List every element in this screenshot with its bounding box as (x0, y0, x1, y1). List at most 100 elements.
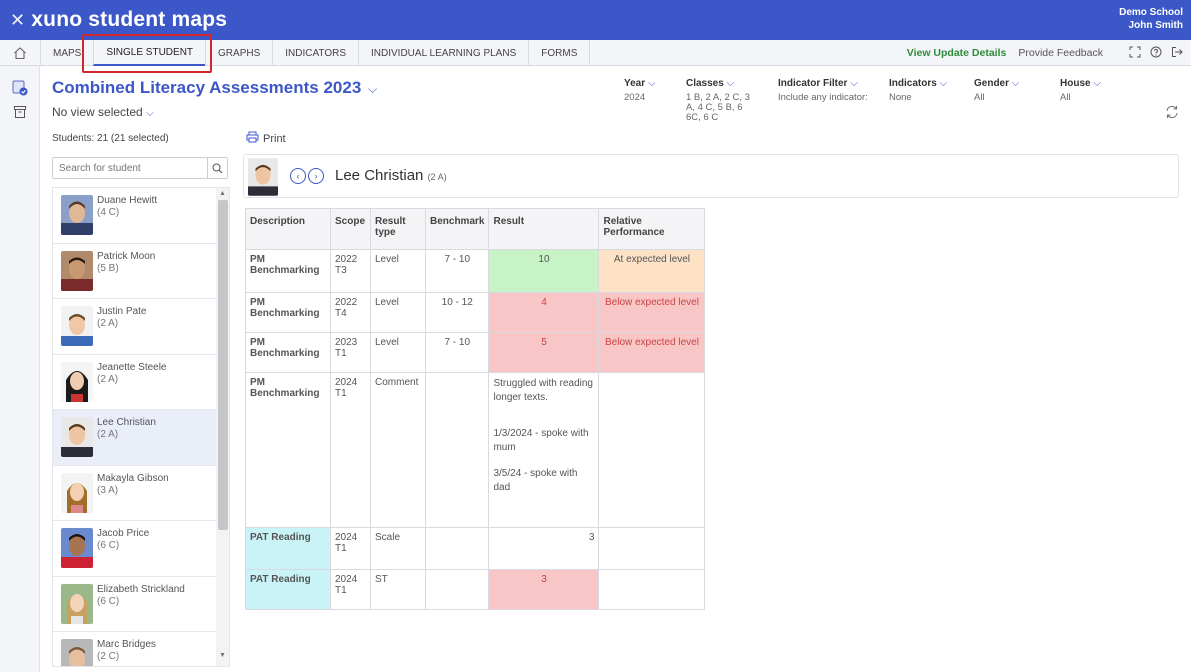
tab-individual-learning-plans[interactable]: INDIVIDUAL LEARNING PLANS (358, 40, 528, 66)
avatar (61, 250, 93, 291)
student-search-input[interactable] (53, 158, 207, 178)
student-list-item[interactable]: Patrick Moon (5 B) (53, 244, 217, 299)
cell-result: 5 (488, 332, 600, 373)
fullscreen-icon[interactable] (1129, 46, 1141, 61)
cell-result-type: Comment (370, 372, 426, 528)
scroll-thumb[interactable] (218, 200, 228, 530)
cell-result: 4 (488, 292, 600, 333)
student-class: (2 A) (97, 373, 119, 385)
student-name: Jacob Price (97, 528, 150, 539)
nav-right: View Update Details Provide Feedback (907, 40, 1183, 66)
home-icon[interactable] (0, 40, 40, 66)
refresh-icon[interactable] (1164, 104, 1180, 125)
filter-classes-label: Classes (686, 78, 724, 89)
avatar (248, 158, 278, 196)
student-name: Jeanette Steele (97, 361, 167, 373)
cell-relative-performance: At expected level (598, 249, 706, 293)
col-result-type[interactable]: Result type (370, 208, 426, 250)
tab-graphs[interactable]: GRAPHS (205, 40, 272, 66)
cell-description: PAT Reading (245, 527, 331, 570)
tab-indicators[interactable]: INDICATORS (272, 40, 358, 66)
student-list-scrollbar[interactable]: ▲ ▼ (216, 188, 229, 666)
student-class: (6 C) (97, 540, 120, 551)
student-class: (5 B) (97, 262, 119, 274)
scroll-down-icon[interactable]: ▼ (219, 652, 226, 659)
archive-icon[interactable] (12, 104, 28, 120)
avatar (61, 639, 93, 666)
cell-scope: 2024 T1 (330, 527, 371, 570)
nav-bar: MAPS SINGLE STUDENT GRAPHS INDICATORS IN… (0, 40, 1191, 66)
selected-student-name: Lee Christian (335, 167, 424, 184)
chevron-down-icon: ⌵ (1093, 78, 1101, 89)
student-list-item[interactable]: Justin Pate (2 A) (53, 299, 217, 355)
cell-result-type: Scale (370, 527, 426, 570)
page-title-dropdown[interactable]: Combined Literacy Assessments 2023 ⌵ (52, 78, 377, 98)
cell-scope: 2024 T1 (330, 569, 371, 610)
col-description[interactable]: Description (245, 208, 331, 250)
filter-house-label: House (1060, 78, 1091, 89)
cell-relative-performance (598, 527, 706, 570)
previous-student-icon[interactable]: ‹ (290, 168, 306, 184)
help-icon[interactable] (1150, 46, 1162, 61)
tab-single-student[interactable]: SINGLE STUDENT (93, 40, 206, 66)
student-class: (6 C) (97, 595, 120, 607)
student-check-icon[interactable] (12, 80, 28, 96)
tab-forms[interactable]: FORMS (528, 40, 591, 66)
filter-classes[interactable]: Classes ⌵ 1 B, 2 A, 2 C, 3 A, 4 C, 5 B, … (686, 78, 758, 123)
student-list-item-selected[interactable]: Lee Christian (2 A) (53, 410, 217, 466)
cell-result-type: Level (370, 249, 426, 293)
xuno-logo-icon: ✕ (10, 9, 26, 30)
brand-prefix: xuno (31, 8, 83, 31)
scroll-up-icon[interactable]: ▲ (219, 190, 226, 197)
student-name: Duane Hewitt (97, 195, 158, 206)
provide-feedback-link[interactable]: Provide Feedback (1018, 47, 1103, 59)
avatar (61, 417, 93, 457)
filter-gender[interactable]: Gender ⌵ All (974, 78, 1019, 103)
col-result[interactable]: Result (488, 208, 600, 250)
student-list-item[interactable]: Elizabeth Strickland (6 C) (53, 577, 217, 632)
cell-description: PM Benchmarking (245, 249, 331, 293)
cell-description: PM Benchmarking (245, 372, 331, 528)
cell-result: 3 (488, 527, 600, 570)
avatar (61, 528, 93, 568)
col-relative-performance[interactable]: Relative Performance (598, 208, 706, 250)
table-row: PAT Reading 2024 T1 ST 3 (245, 569, 706, 610)
student-list: Duane Hewitt (4 C) Patrick Moon (5 B) Ju… (52, 187, 230, 667)
student-list-item[interactable]: Jacob Price (6 C) (53, 521, 217, 577)
cell-scope: 2023 T1 (330, 332, 371, 373)
account-info[interactable]: Demo School John Smith (1119, 6, 1183, 32)
col-scope[interactable]: Scope (330, 208, 371, 250)
view-selector[interactable]: No view selected ⌵ (52, 105, 154, 119)
col-benchmark[interactable]: Benchmark (424, 208, 490, 250)
student-list-item[interactable]: Makayla Gibson (3 A) (53, 466, 217, 521)
next-student-icon[interactable]: › (308, 168, 324, 184)
student-list-item[interactable]: Duane Hewitt (4 C) (53, 188, 217, 244)
table-row: PM Benchmarking 2023 T1 Level 7 - 10 5 B… (245, 332, 706, 373)
brand-logo[interactable]: ✕ xuno student maps (10, 8, 227, 32)
print-button[interactable]: Print (246, 131, 286, 146)
filter-year-value: 2024 (624, 92, 646, 103)
view-update-details-link[interactable]: View Update Details (907, 47, 1007, 59)
filter-indicator-filter[interactable]: Indicator Filter ⌵ Include any indicator… (778, 78, 868, 103)
search-icon[interactable] (207, 158, 227, 178)
cell-result-type: Level (370, 332, 426, 373)
cell-result: 3 (488, 569, 600, 610)
logout-icon[interactable] (1171, 46, 1183, 61)
filter-year[interactable]: Year ⌵ 2024 (624, 78, 656, 103)
student-list-item[interactable]: Marc Bridges (2 C) (53, 632, 217, 666)
student-name: Patrick Moon (97, 250, 156, 262)
filter-indicators[interactable]: Indicators ⌵ None (889, 78, 947, 103)
cell-result: 10 (488, 249, 600, 293)
cell-result-type: ST (370, 569, 426, 610)
chevron-down-icon: ⌵ (368, 82, 378, 96)
avatar (61, 472, 93, 513)
student-list-item[interactable]: Jeanette Steele (2 A) (53, 355, 217, 410)
tab-maps[interactable]: MAPS (40, 40, 93, 66)
print-label: Print (263, 132, 286, 145)
comment-line: Struggled with reading longer texts. (493, 378, 593, 403)
cell-description: PM Benchmarking (245, 292, 331, 333)
avatar (61, 306, 93, 346)
selected-student-header: ‹ › Lee Christian (2 A) (243, 154, 1179, 198)
filter-house[interactable]: House ⌵ All (1060, 78, 1101, 103)
cell-relative-performance (598, 569, 706, 610)
